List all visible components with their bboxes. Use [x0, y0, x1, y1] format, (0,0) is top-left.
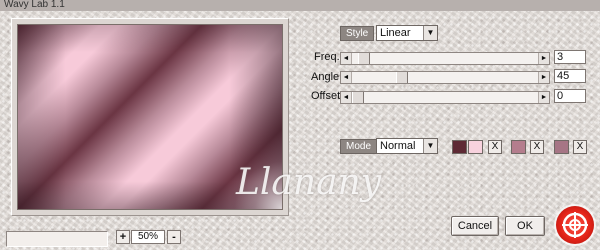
freq-slider[interactable]: ◄ ► [340, 52, 550, 65]
freq-input[interactable]: 3 [554, 50, 586, 64]
angle-input[interactable]: 45 [554, 69, 586, 83]
window-title: Wavy Lab 1.1 [4, 0, 65, 10]
remove-color-button[interactable]: X [488, 140, 502, 154]
cancel-button[interactable]: Cancel [451, 216, 499, 236]
slider-left-arrow-icon[interactable]: ◄ [341, 53, 352, 64]
slider-left-arrow-icon[interactable]: ◄ [341, 72, 352, 83]
remove-color-button[interactable]: X [573, 140, 587, 154]
chevron-down-icon: ▼ [423, 26, 437, 40]
color-swatch-1[interactable] [452, 140, 467, 154]
ok-button[interactable]: OK [505, 216, 545, 236]
watermark-signature: Llanany [236, 162, 446, 232]
slider-right-arrow-icon[interactable]: ► [538, 72, 549, 83]
zoom-out-button[interactable]: - [167, 230, 181, 244]
mode-label: Mode [340, 139, 378, 154]
color-swatch-2[interactable] [468, 140, 483, 154]
remove-color-button[interactable]: X [530, 140, 544, 154]
angle-slider[interactable]: ◄ ► [340, 71, 550, 84]
mode-select[interactable]: Normal ▼ [376, 138, 438, 154]
style-select[interactable]: Linear ▼ [376, 25, 438, 41]
offset-slider-thumb[interactable] [352, 92, 364, 103]
logo-graphic [562, 212, 588, 238]
style-label: Style [340, 26, 375, 41]
freq-slider-thumb[interactable] [358, 53, 370, 64]
plugin-logo-icon [556, 206, 594, 244]
mode-select-value: Normal [380, 140, 416, 152]
angle-slider-thumb[interactable] [396, 72, 408, 83]
slider-right-arrow-icon[interactable]: ► [538, 92, 549, 103]
title-bar: Wavy Lab 1.1 [0, 0, 600, 11]
zoom-value: 50% [131, 230, 165, 244]
offset-label: Offset [311, 90, 341, 102]
slider-right-arrow-icon[interactable]: ► [538, 53, 549, 64]
chevron-down-icon: ▼ [423, 139, 437, 153]
offset-input[interactable]: 0 [554, 89, 586, 103]
color-swatch-3[interactable] [511, 140, 526, 154]
status-field [6, 231, 108, 247]
slider-left-arrow-icon[interactable]: ◄ [341, 92, 352, 103]
offset-slider[interactable]: ◄ ► [340, 91, 550, 104]
style-select-value: Linear [380, 27, 411, 39]
zoom-in-button[interactable]: + [116, 230, 130, 244]
color-swatch-4[interactable] [554, 140, 569, 154]
watermark-text: Llanany [236, 162, 382, 203]
angle-label: Angle [311, 71, 340, 83]
freq-label: Freq. [314, 51, 340, 63]
